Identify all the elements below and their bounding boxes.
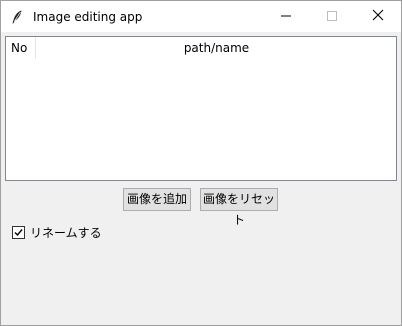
minimize-icon xyxy=(281,10,291,24)
column-header-no[interactable]: No xyxy=(6,37,36,59)
title-bar[interactable]: Image editing app xyxy=(1,1,401,32)
close-icon xyxy=(372,9,384,24)
minimize-button[interactable] xyxy=(263,1,309,32)
table-header: No path/name xyxy=(6,37,396,59)
rename-checkbox[interactable] xyxy=(12,225,25,239)
checkmark-icon xyxy=(14,228,23,236)
maximize-icon xyxy=(327,10,337,24)
reset-images-button[interactable]: 画像をリセット xyxy=(200,188,278,227)
rename-label[interactable]: リネームする xyxy=(30,224,102,241)
column-header-path-name[interactable]: path/name xyxy=(37,37,396,59)
feather-icon xyxy=(9,9,25,25)
add-images-button[interactable]: 画像を追加 xyxy=(123,188,191,211)
app-window: Image editing app No path/name 画像を追加 画像を… xyxy=(0,0,402,326)
close-button[interactable] xyxy=(355,1,401,32)
window-title: Image editing app xyxy=(33,9,143,24)
rename-option[interactable]: リネームする xyxy=(12,224,102,240)
maximize-button[interactable] xyxy=(309,1,355,32)
image-list-table[interactable]: No path/name xyxy=(5,36,397,181)
client-area: No path/name 画像を追加 画像をリセット リネームする xyxy=(1,32,401,325)
